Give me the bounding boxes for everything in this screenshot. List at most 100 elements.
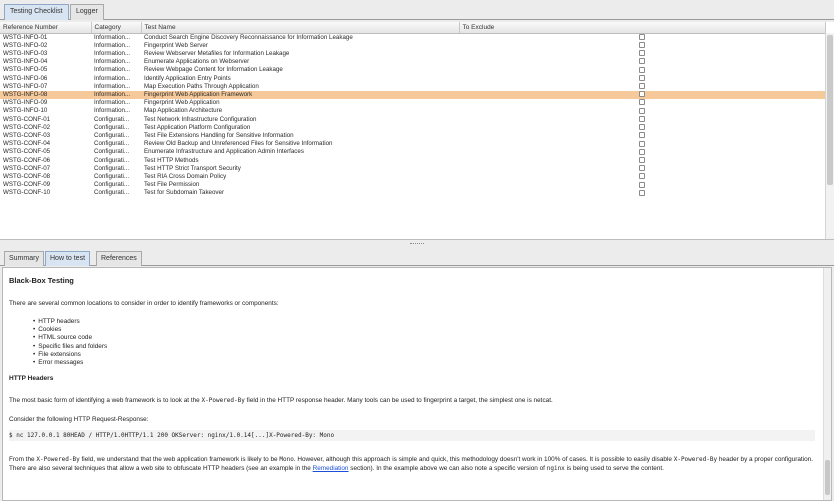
table-row[interactable]: WSTG-CONF-05 Configurati... Enumerate Infr… xyxy=(0,148,825,156)
cell-to-exclude xyxy=(459,33,825,42)
exclude-checkbox[interactable] xyxy=(639,99,645,106)
column-header-category[interactable]: Category xyxy=(91,22,142,34)
exclude-checkbox[interactable] xyxy=(639,83,645,90)
table-row[interactable]: WSTG-INFO-07 Information... Map Execution … xyxy=(0,83,825,91)
cell-reference: WSTG-CONF-07 xyxy=(3,164,51,172)
exclude-checkbox[interactable] xyxy=(639,42,645,49)
exclude-checkbox[interactable] xyxy=(639,50,645,57)
table-row[interactable]: WSTG-CONF-04 Configurati... Review Old Bac… xyxy=(0,140,825,148)
exclude-checkbox[interactable] xyxy=(639,189,645,196)
table-scroll-thumb[interactable] xyxy=(827,35,833,185)
exclude-checkbox[interactable] xyxy=(639,181,645,188)
table-row[interactable]: WSTG-CONF-03 Configurati... Test File Exte… xyxy=(0,132,825,140)
cell-test-name: Review Old Backup and Unreferenced Files… xyxy=(144,140,333,148)
table-row[interactable]: WSTG-CONF-10 Configurati... Test for Subdo… xyxy=(0,189,825,197)
cell-reference: WSTG-CONF-08 xyxy=(3,172,51,180)
exclude-checkbox[interactable] xyxy=(639,66,645,73)
cell-category: Information... xyxy=(94,41,131,49)
list-item: File extensions xyxy=(33,351,815,359)
cell-reference: WSTG-CONF-05 xyxy=(3,148,51,156)
table-row[interactable]: WSTG-CONF-01 Configurati... Test Network I… xyxy=(0,116,825,124)
cell-category: Information... xyxy=(91,90,141,100)
cell-test-name: Test RIA Cross Domain Policy xyxy=(144,172,227,180)
cell-test-name: Test HTTP Strict Transport Security xyxy=(144,164,241,172)
cell-category: Configurati... xyxy=(94,181,130,189)
cell-category: Configurati... xyxy=(94,115,130,123)
checklist-table-panel: Reference Number Category Test Name To E… xyxy=(0,22,834,240)
cell-category: Information... xyxy=(94,66,131,74)
exclude-checkbox[interactable] xyxy=(639,107,645,114)
exclude-checkbox[interactable] xyxy=(639,148,645,155)
exclude-checkbox[interactable] xyxy=(639,115,645,122)
table-row[interactable]: WSTG-INFO-03 Information... Review Webserv… xyxy=(0,50,825,58)
column-header-test-name[interactable]: Test Name xyxy=(141,22,460,34)
content-scrollbar[interactable] xyxy=(823,268,831,500)
cell-to-exclude xyxy=(459,83,825,91)
cell-to-exclude xyxy=(459,90,825,100)
cell-test-name: Test for Subdomain Takeover xyxy=(144,189,225,197)
cell-category: Configurati... xyxy=(94,156,130,164)
exclude-checkbox[interactable] xyxy=(639,156,645,163)
cell-reference: WSTG-CONF-06 xyxy=(3,156,51,164)
table-row[interactable]: WSTG-INFO-10 Information... Map Applicatio… xyxy=(0,107,825,115)
cell-reference: WSTG-CONF-09 xyxy=(3,181,51,189)
column-header-to-exclude[interactable]: To Exclude xyxy=(459,22,826,34)
table-row[interactable]: WSTG-INFO-05 Information... Review Webpage… xyxy=(0,66,825,74)
exclude-checkbox[interactable] xyxy=(639,140,645,147)
table-row[interactable]: WSTG-CONF-02 Configurati... Test Applicati… xyxy=(0,124,825,132)
cell-test-name: Test Network Infrastructure Configuratio… xyxy=(144,115,257,123)
text: field in the HTTP response header. Many … xyxy=(244,397,553,405)
tab-how-to-test[interactable]: How to test xyxy=(45,251,91,266)
text: is being used to serve the content. xyxy=(564,465,664,473)
table-row[interactable]: WSTG-INFO-06 Information... Identify Appli… xyxy=(0,75,825,83)
text: From the xyxy=(9,456,37,464)
exclude-checkbox[interactable] xyxy=(639,124,645,131)
inline-code: X-Powered-By xyxy=(201,397,245,405)
cell-reference: WSTG-CONF-01 xyxy=(3,115,51,123)
exclude-checkbox[interactable] xyxy=(639,91,645,98)
cell-reference: WSTG-INFO-04 xyxy=(3,58,48,66)
cell-reference: WSTG-INFO-06 xyxy=(3,74,48,82)
table-row[interactable]: WSTG-CONF-09 Configurati... Test File Perm… xyxy=(0,181,825,189)
exclude-checkbox[interactable] xyxy=(639,74,645,81)
cell-test-name: Fingerprint Web Application Framework xyxy=(141,90,459,100)
column-header-reference[interactable]: Reference Number xyxy=(0,22,92,34)
splitter-grip[interactable] xyxy=(410,243,424,245)
tab-logger[interactable]: Logger xyxy=(70,4,104,20)
cell-to-exclude xyxy=(459,58,825,66)
exclude-checkbox[interactable] xyxy=(639,58,645,65)
cell-to-exclude xyxy=(459,181,825,189)
text: . However, although this approach is sim… xyxy=(293,456,674,464)
list-item: HTML source code xyxy=(33,334,815,342)
tab-testing-checklist[interactable]: Testing Checklist xyxy=(4,4,69,20)
table-header-row: Reference Number Category Test Name To E… xyxy=(0,22,826,34)
remediation-link[interactable]: Remediation xyxy=(313,465,349,472)
tab-references[interactable]: References xyxy=(96,251,142,266)
tab-summary[interactable]: Summary xyxy=(4,251,44,266)
cell-to-exclude xyxy=(459,42,825,50)
table-scrollbar[interactable] xyxy=(825,33,834,239)
table-row[interactable]: WSTG-INFO-08 Information... Fingerprint We… xyxy=(0,90,825,100)
panel-splitter[interactable] xyxy=(0,241,834,248)
cell-reference: WSTG-INFO-01 xyxy=(3,33,48,41)
table-row[interactable]: WSTG-CONF-08 Configurati... Test RIA Cross… xyxy=(0,173,825,181)
table-row[interactable]: WSTG-CONF-07 Configurati... Test HTTP Stri… xyxy=(0,165,825,173)
exclude-checkbox[interactable] xyxy=(639,33,645,40)
cell-to-exclude xyxy=(459,189,825,197)
table-row[interactable]: WSTG-INFO-01 Information... Conduct Search… xyxy=(0,33,825,42)
cell-to-exclude xyxy=(459,148,825,156)
cell-category: Configurati... xyxy=(94,164,130,172)
cell-test-name: Test File Extensions Handling for Sensit… xyxy=(144,131,294,139)
table-row[interactable]: WSTG-INFO-02 Information... Fingerprint We… xyxy=(0,42,825,50)
cell-to-exclude xyxy=(459,115,825,124)
table-row[interactable]: WSTG-INFO-04 Information... Enumerate Appl… xyxy=(0,58,825,66)
exclude-checkbox[interactable] xyxy=(639,165,645,172)
exclude-checkbox[interactable] xyxy=(639,132,645,139)
exclude-checkbox[interactable] xyxy=(639,173,645,180)
cell-reference: WSTG-INFO-08 xyxy=(0,90,91,100)
text: The most basic form of identifying a web… xyxy=(9,397,202,405)
content-scroll-thumb[interactable] xyxy=(825,460,830,495)
table-row[interactable]: WSTG-CONF-06 Configurati... Test HTTP Meth… xyxy=(0,157,825,165)
table-row[interactable]: WSTG-INFO-09 Information... Fingerprint We… xyxy=(0,99,825,107)
cell-test-name: Fingerprint Web Server xyxy=(144,41,208,49)
